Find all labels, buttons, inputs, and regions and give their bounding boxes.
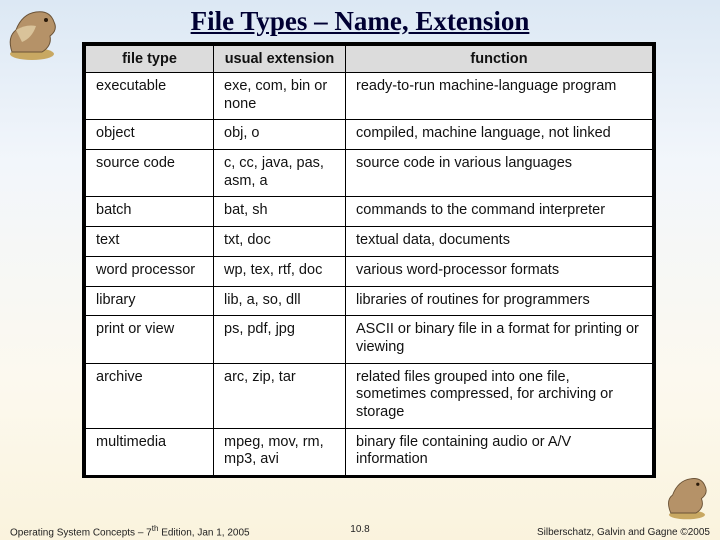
table-row: multimediampeg, mov, rm, mp3, avibinary … <box>86 428 653 475</box>
table-cell: exe, com, bin or none <box>214 73 346 120</box>
table-cell: ASCII or binary file in a format for pri… <box>346 316 653 363</box>
table-cell: various word-processor formats <box>346 256 653 286</box>
table-cell: binary file containing audio or A/V info… <box>346 428 653 475</box>
footer-left: Operating System Concepts – 7th Edition,… <box>10 524 250 538</box>
table-row: librarylib, a, so, dlllibraries of routi… <box>86 286 653 316</box>
table-cell: object <box>86 120 214 150</box>
table-cell: c, cc, java, pas, asm, a <box>214 150 346 197</box>
file-types-table: file type usual extension function execu… <box>82 42 656 478</box>
table-cell: word processor <box>86 256 214 286</box>
table-cell: obj, o <box>214 120 346 150</box>
table-row: executableexe, com, bin or noneready-to-… <box>86 73 653 120</box>
table-row: word processorwp, tex, rtf, docvarious w… <box>86 256 653 286</box>
footer-copyright: Silberschatz, Galvin and Gagne ©2005 <box>537 527 710 538</box>
table-cell: ps, pdf, jpg <box>214 316 346 363</box>
table-row: batchbat, shcommands to the command inte… <box>86 197 653 227</box>
table-cell: lib, a, so, dll <box>214 286 346 316</box>
table-row: objectobj, ocompiled, machine language, … <box>86 120 653 150</box>
table-row: source codec, cc, java, pas, asm, asourc… <box>86 150 653 197</box>
table-cell: txt, doc <box>214 227 346 257</box>
table-cell: bat, sh <box>214 197 346 227</box>
table-cell: executable <box>86 73 214 120</box>
slide-title: File Types – Name, Extension <box>0 6 720 37</box>
table-row: archivearc, zip, tarrelated files groupe… <box>86 363 653 428</box>
table-cell: textual data, documents <box>346 227 653 257</box>
table-cell: print or view <box>86 316 214 363</box>
table-cell: commands to the command interpreter <box>346 197 653 227</box>
table-cell: libraries of routines for programmers <box>346 286 653 316</box>
mascot-bottom-right-icon <box>660 468 714 522</box>
table-cell: multimedia <box>86 428 214 475</box>
table-cell: library <box>86 286 214 316</box>
table-cell: text <box>86 227 214 257</box>
col-header-file-type: file type <box>86 46 214 73</box>
table-row: print or viewps, pdf, jpgASCII or binary… <box>86 316 653 363</box>
col-header-extension: usual extension <box>214 46 346 73</box>
table-header-row: file type usual extension function <box>86 46 653 73</box>
table-cell: source code in various languages <box>346 150 653 197</box>
footer-page-number: 10.8 <box>350 524 369 535</box>
table-cell: source code <box>86 150 214 197</box>
footer-edition-pre: Operating System Concepts – 7 <box>10 527 152 538</box>
table-cell: compiled, machine language, not linked <box>346 120 653 150</box>
table-cell: mpeg, mov, rm, mp3, avi <box>214 428 346 475</box>
footer-edition-post: Edition, Jan 1, 2005 <box>158 527 249 538</box>
table-cell: batch <box>86 197 214 227</box>
table-row: texttxt, doctextual data, documents <box>86 227 653 257</box>
table-cell: archive <box>86 363 214 428</box>
slide-footer: Operating System Concepts – 7th Edition,… <box>0 524 720 538</box>
table-cell: wp, tex, rtf, doc <box>214 256 346 286</box>
table-cell: ready-to-run machine-language program <box>346 73 653 120</box>
col-header-function: function <box>346 46 653 73</box>
table-cell: arc, zip, tar <box>214 363 346 428</box>
table-cell: related files grouped into one file, som… <box>346 363 653 428</box>
